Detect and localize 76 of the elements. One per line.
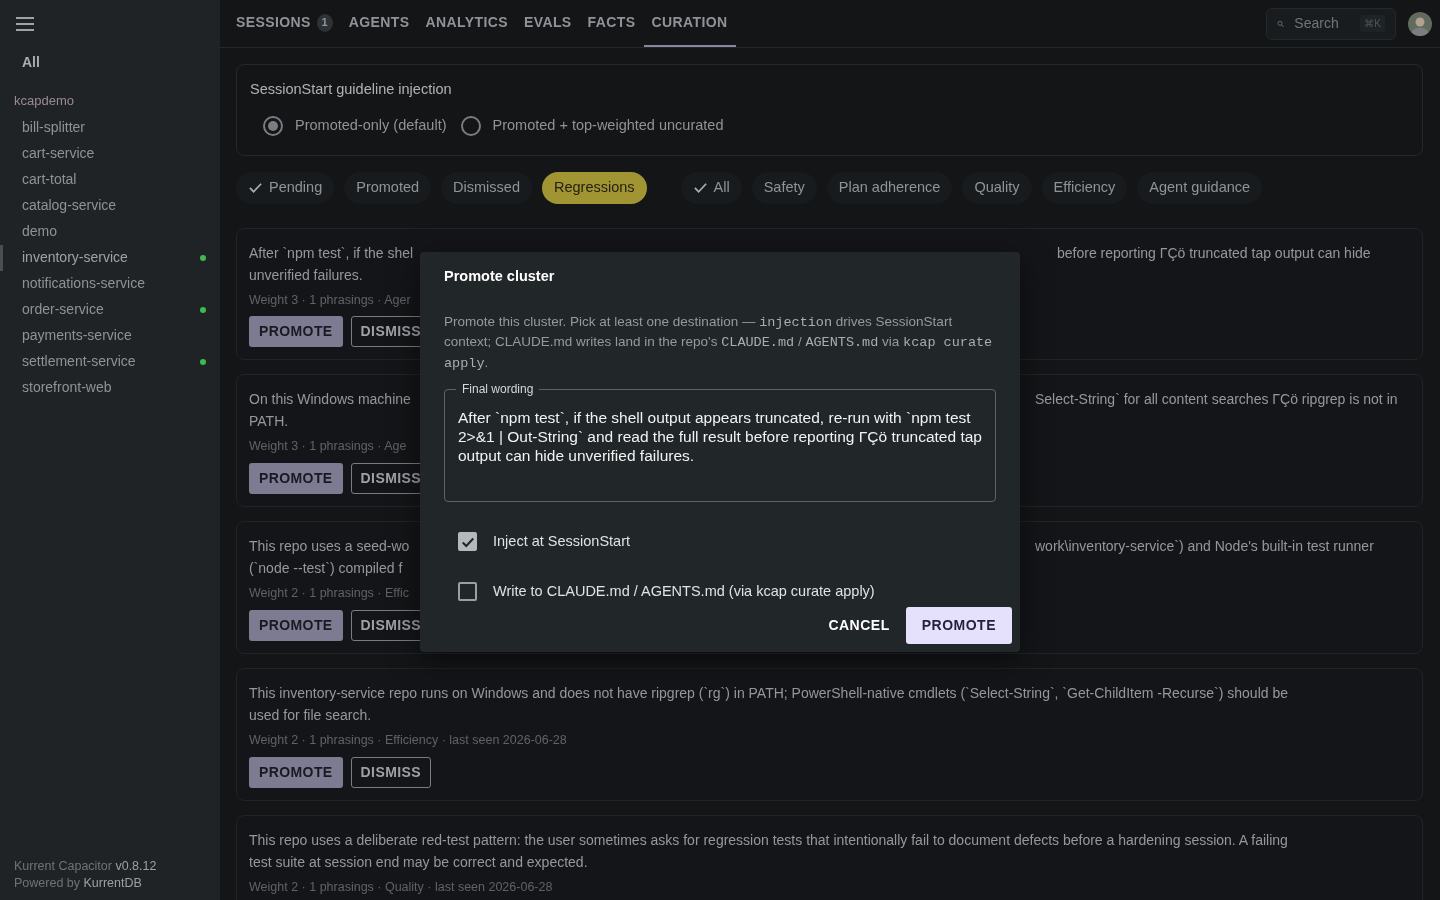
cluster-meta: Weight 2 · 1 phrasings · Effic (249, 585, 410, 602)
check-icon (248, 180, 263, 195)
cluster-text: Select-String` for all content searches ΓÇö ripgrep is not in (1035, 390, 1398, 410)
sidebar-item-label[interactable]: inventory-service (22, 247, 128, 268)
filter-chip[interactable]: All (680, 171, 742, 204)
avatar-icon[interactable] (1408, 11, 1432, 36)
filter-chip[interactable]: Agent guidance (1137, 171, 1263, 204)
cluster-meta: Weight 2 · 1 phrasings · Quality · last seen 2026-06-28 (249, 878, 553, 896)
check-icon (692, 180, 708, 195)
filter-chip[interactable]: Regressions (541, 171, 647, 204)
dialog-description: Promote this cluster. Pick at least one destination — injection drives SessionStart context; CLAUDE.md writes land in the repo's CLAUDE.md / AGENTS.md via kcap curate apply. (444, 312, 994, 373)
count-badge: 1 (316, 13, 333, 32)
filter-chip[interactable]: Plan adherence (826, 171, 953, 204)
promote-button[interactable]: PROMOTE (249, 316, 343, 348)
search-input[interactable]: Search (1292, 12, 1353, 35)
cluster-text: This inventory-service repo runs on Windows and does not have ripgrep (`rg`) in PATH; PowerShell-native cmdlets (`Select-String`, `Get-ChildItem -Recurse`) should be (249, 683, 1288, 703)
nav-tab[interactable]: FACTS (579, 0, 644, 47)
sidebar-item[interactable]: demo (0, 218, 220, 245)
radio-label: Promoted-only (default) (295, 115, 447, 135)
cluster-text: test suite at session end may be correct and expected. (249, 852, 588, 872)
cluster-meta: Weight 3 · 1 phrasings · Age (249, 438, 407, 456)
sidebar-item[interactable]: bill-splitter (0, 114, 220, 141)
promote-button[interactable]: PROMOTE (249, 756, 343, 788)
filter-chip[interactable]: Dismissed (441, 171, 532, 204)
nav-tab[interactable]: AGENTS (340, 0, 418, 47)
checkbox[interactable] (458, 582, 477, 602)
sidebar-item[interactable]: order-service (0, 296, 220, 323)
cluster-meta: Weight 2 · 1 phrasings · Efficiency · last seen 2026-06-28 (249, 731, 567, 749)
sidebar-item[interactable]: storefront-web (0, 374, 220, 401)
filter-chip[interactable]: Safety (751, 171, 817, 204)
cluster-text: After `npm test`, if the shel (249, 243, 414, 263)
checkbox-label: Write to CLAUDE.md / AGENTS.md (via kcap curate apply) (493, 581, 875, 601)
group-label: kcapdemo (13, 92, 75, 110)
sidebar-item[interactable]: notifications-service (0, 270, 220, 297)
radio-label: Promoted + top-weighted uncurated (492, 115, 724, 135)
checkbox[interactable] (458, 532, 477, 552)
dialog-title: Promote cluster (444, 267, 556, 286)
checkbox-label: Inject at SessionStart (493, 532, 630, 551)
sidebar-item[interactable]: cart-total (0, 166, 220, 193)
nav-tab[interactable]: ANALYTICS (417, 0, 516, 47)
radio-button[interactable] (460, 115, 481, 136)
promote-button[interactable]: PROMOTE (249, 609, 343, 641)
cluster-text: (`node --test`) compiled f (249, 559, 403, 578)
cluster-text: used for file search. (249, 705, 372, 725)
sidebar-item[interactable]: catalog-service (0, 192, 220, 219)
sidebar-item[interactable]: cart-service (0, 140, 220, 167)
nav-tab[interactable]: EVALS (515, 0, 580, 47)
sidebar-item-label[interactable]: settlement-service (22, 351, 136, 372)
filter-chip[interactable]: Efficiency (1041, 171, 1128, 204)
cluster-text: On this Windows machine (249, 390, 411, 410)
sidebar-item-label[interactable]: order-service (22, 299, 104, 320)
filter-chip[interactable]: Quality (962, 171, 1032, 204)
cluster-text: unverified failures. (249, 265, 363, 285)
sidebar-link[interactable]: All (0, 52, 220, 73)
promote-button[interactable]: PROMOTE (905, 607, 1012, 644)
nav-tab[interactable]: CURATION (643, 0, 736, 47)
footer-text: Kurrent Capacitor v0.8.12 (14, 858, 158, 875)
cluster-text: This repo uses a deliberate red-test pattern: the user sometimes asks for regression tests that intentionally fail to document defects before a hardening session. A failing (249, 830, 1288, 850)
menu-icon[interactable] (15, 16, 35, 32)
radio-button[interactable] (263, 115, 283, 136)
sidebar-item[interactable]: payments-service (0, 322, 220, 349)
dismiss-button[interactable]: DISMISS (350, 756, 431, 788)
sidebar-item[interactable]: inventory-service (0, 244, 220, 271)
filter-chip[interactable]: Promoted (344, 171, 432, 204)
cluster-text: PATH. (249, 412, 289, 432)
cancel-button[interactable]: CANCEL (828, 609, 890, 642)
cluster-text: work\inventory-service`) and Node's built-in test runner (1035, 537, 1374, 556)
cluster-meta: Weight 3 · 1 phrasings · Ager (249, 291, 411, 309)
cluster-text: This repo uses a seed-wo (249, 537, 410, 556)
card-title: SessionStart guideline injection (250, 80, 453, 99)
footer-text: Powered by KurrentDB (14, 875, 143, 892)
cluster-text: before reporting ΓÇö truncated tap output can hide (1057, 243, 1371, 263)
sidebar-item[interactable]: settlement-service (0, 348, 220, 375)
nav-tab[interactable]: SESSIONS 1 (228, 0, 341, 47)
filter-chip[interactable]: Pending (236, 171, 335, 204)
promote-button[interactable]: PROMOTE (249, 463, 343, 494)
